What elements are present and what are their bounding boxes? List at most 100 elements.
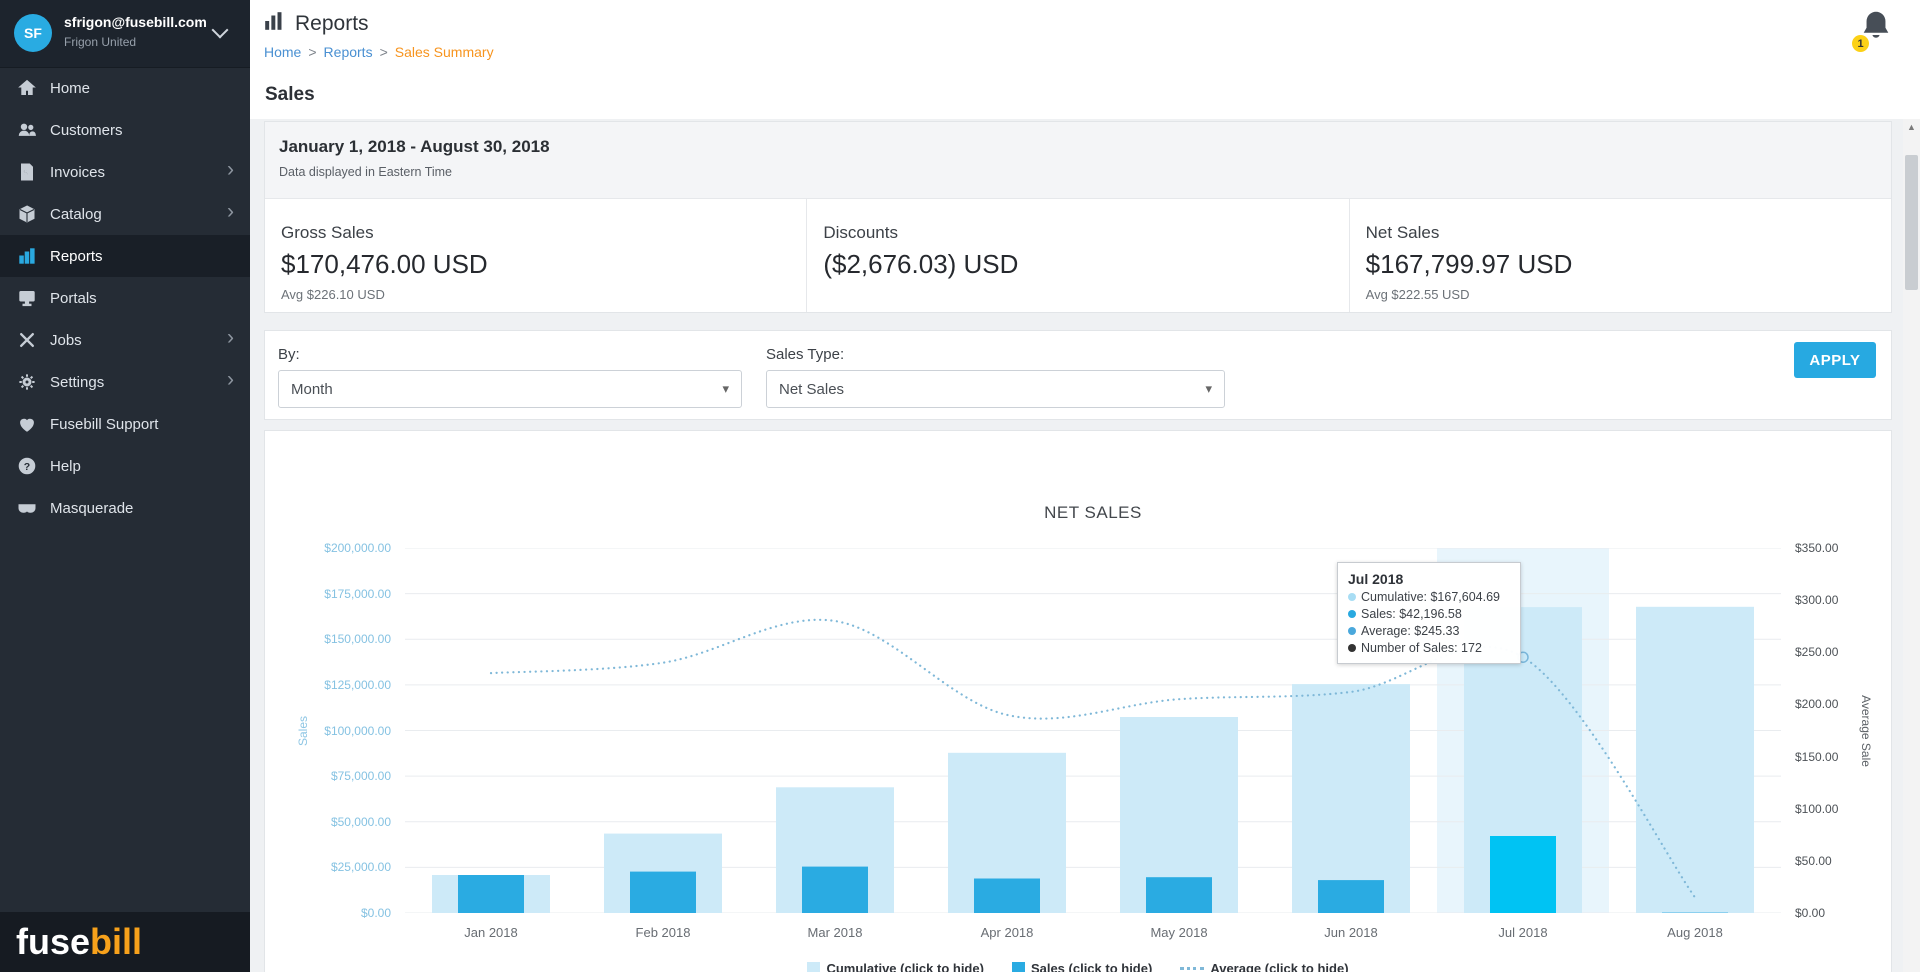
sidebar-item-masquerade[interactable]: Masquerade [0,487,250,529]
sales-type-select[interactable]: Net Sales ▾ [766,370,1225,408]
sidebar-item-label: Reports [50,247,103,265]
sidebar-item-catalog[interactable]: Catalog › [0,193,250,235]
stat-value: $167,799.97 USD [1365,249,1573,279]
left-axis-tick: $175,000.00 [324,586,391,601]
breadcrumb-reports[interactable]: Reports [324,44,373,60]
right-axis-tick: $50.00 [1795,853,1832,868]
notifications-button[interactable]: 1 [1852,8,1894,54]
stat-subtext: Avg $222.55 USD [1365,287,1470,302]
left-axis-tick: $75,000.00 [330,769,391,784]
sidebar-item-help[interactable]: ? Help [0,445,250,487]
topbar: Reports Home > Reports > Sales Summary 1 [250,0,1920,72]
sales-header: Sales [250,71,1920,119]
by-label: By: [278,346,300,363]
stat-value: $170,476.00 USD [281,249,488,279]
by-filter-group: By: Month ▾ [278,346,742,408]
left-axis-tick: $0.00 [360,906,391,920]
x-axis-labels: Jan 2018 Feb 2018 Mar 2018 Apr 2018 May 2018… [405,925,1781,945]
sidebar-item-jobs[interactable]: Jobs › [0,319,250,361]
sidebar-item-label: Catalog [50,205,102,223]
tooltip-dot [1348,610,1356,618]
legend-item-sales[interactable]: Sales (click to hide) [1011,961,1152,972]
sales-type-select-value: Net Sales [779,380,845,398]
support-icon [17,414,37,434]
user-company: Frigon United [64,35,137,49]
left-axis-tick: $50,000.00 [330,814,391,829]
chevron-down-icon [211,21,229,39]
scroll-up-icon[interactable]: ▲ [1903,119,1920,136]
settings-icon [17,372,37,392]
chart-plot[interactable]: Jul 2018 Cumulative: $167,604.69 Sales: $… [405,547,1781,914]
sidebar-item-label: Settings [50,373,105,391]
x-axis-label: Jan 2018 [464,925,518,940]
legend-item-cumulative[interactable]: Cumulative (click to hide) [807,961,984,972]
right-axis-tick: $300.00 [1795,593,1839,608]
chart-panel: NET SALES Sales Average Sale $0.00 $25,00… [264,430,1892,972]
stats-row: Gross Sales $170,476.00 USD Avg $226.10 US… [265,199,1891,312]
stat-net-sales: Net Sales $167,799.97 USD Avg $222.55 USD [1348,199,1891,312]
chevron-right-icon: › [227,158,234,181]
user-menu[interactable]: SF sfrigon@fusebill.com Frigon United [0,0,250,68]
left-axis-tick: $25,000.00 [330,860,391,875]
avatar: SF [14,14,52,52]
legend-swatch [1011,962,1025,972]
x-axis-label: Jun 2018 [1324,925,1378,940]
sidebar-item-label: Help [50,457,81,475]
user-info: sfrigon@fusebill.com Frigon United [64,14,207,49]
sidebar-item-reports[interactable]: Reports [0,235,250,277]
user-email: sfrigon@fusebill.com [64,14,207,30]
legend-label: Average (click to hide) [1210,961,1349,972]
timezone-note: Data displayed in Eastern Time [279,165,453,179]
legend-item-average[interactable]: Average (click to hide) [1180,961,1349,972]
breadcrumb-home[interactable]: Home [264,44,301,60]
sidebar-item-home[interactable]: Home [0,67,250,109]
portals-icon [17,288,37,308]
apply-button[interactable]: APPLY [1794,342,1876,378]
sidebar-item-settings[interactable]: Settings › [0,361,250,403]
chevron-right-icon: › [227,200,234,223]
sidebar-item-label: Masquerade [50,499,134,517]
scrollbar[interactable]: ▲ [1903,119,1920,972]
x-axis-label: Mar 2018 [807,925,863,940]
home-icon [17,78,37,98]
sidebar-item-customers[interactable]: Customers [0,109,250,151]
fusebill-logo: fusebill [16,921,143,962]
breadcrumb-sales-summary: Sales Summary [394,44,494,60]
sidebar-item-portals[interactable]: Portals [0,277,250,319]
x-axis-label: Apr 2018 [980,925,1034,940]
left-axis-ticks: $0.00 $25,000.00 $50,000.00 $75,000.00 $100,… [265,541,391,920]
right-axis-tick: $150.00 [1795,749,1839,764]
legend-label: Cumulative (click to hide) [826,961,984,972]
date-range: January 1, 2018 - August 30, 2018 [279,137,550,156]
tooltip-text: Cumulative: $167,604.69 [1361,590,1500,604]
x-axis-label: Feb 2018 [635,925,691,940]
sidebar-item-invoices[interactable]: $ Invoices › [0,151,250,193]
breadcrumb-separator: > [379,44,388,60]
left-axis-tick: $100,000.00 [324,723,391,738]
reports-icon [17,246,37,266]
left-axis-tick: $125,000.00 [324,677,391,692]
x-axis-label: May 2018 [1150,925,1208,940]
sidebar-item-fusebill-support[interactable]: Fusebill Support [0,403,250,445]
title-row: Reports [263,10,369,37]
right-axis-tick: $200.00 [1795,697,1839,712]
chevron-right-icon: › [227,368,234,391]
x-axis-label: Aug 2018 [1667,925,1723,940]
by-select-value: Month [291,380,333,398]
stat-value: ($2,676.03) USD [823,249,1019,279]
stat-label: Gross Sales [281,223,374,242]
chart-title: NET SALES [1044,503,1142,522]
left-axis-tick: $200,000.00 [324,541,391,555]
right-axis-tick: $0.00 [1795,906,1826,920]
chevron-down-icon: ▾ [1205,381,1212,396]
by-select[interactable]: Month ▾ [278,370,742,408]
tooltip-row: Sales: $42,196.58 [1348,607,1510,621]
tooltip-text: Average: $245.33 [1361,624,1460,638]
stat-label: Discounts [823,223,898,242]
scrollbar-thumb[interactable] [1905,155,1918,290]
right-axis-tick: $250.00 [1795,645,1839,660]
app-root: SF sfrigon@fusebill.com Frigon United Ho… [0,0,1920,972]
tooltip-row: Average: $245.33 [1348,624,1510,638]
chart-tooltip: Jul 2018 Cumulative: $167,604.69 Sales: $… [1337,562,1521,664]
left-axis-tick: $150,000.00 [324,632,391,647]
